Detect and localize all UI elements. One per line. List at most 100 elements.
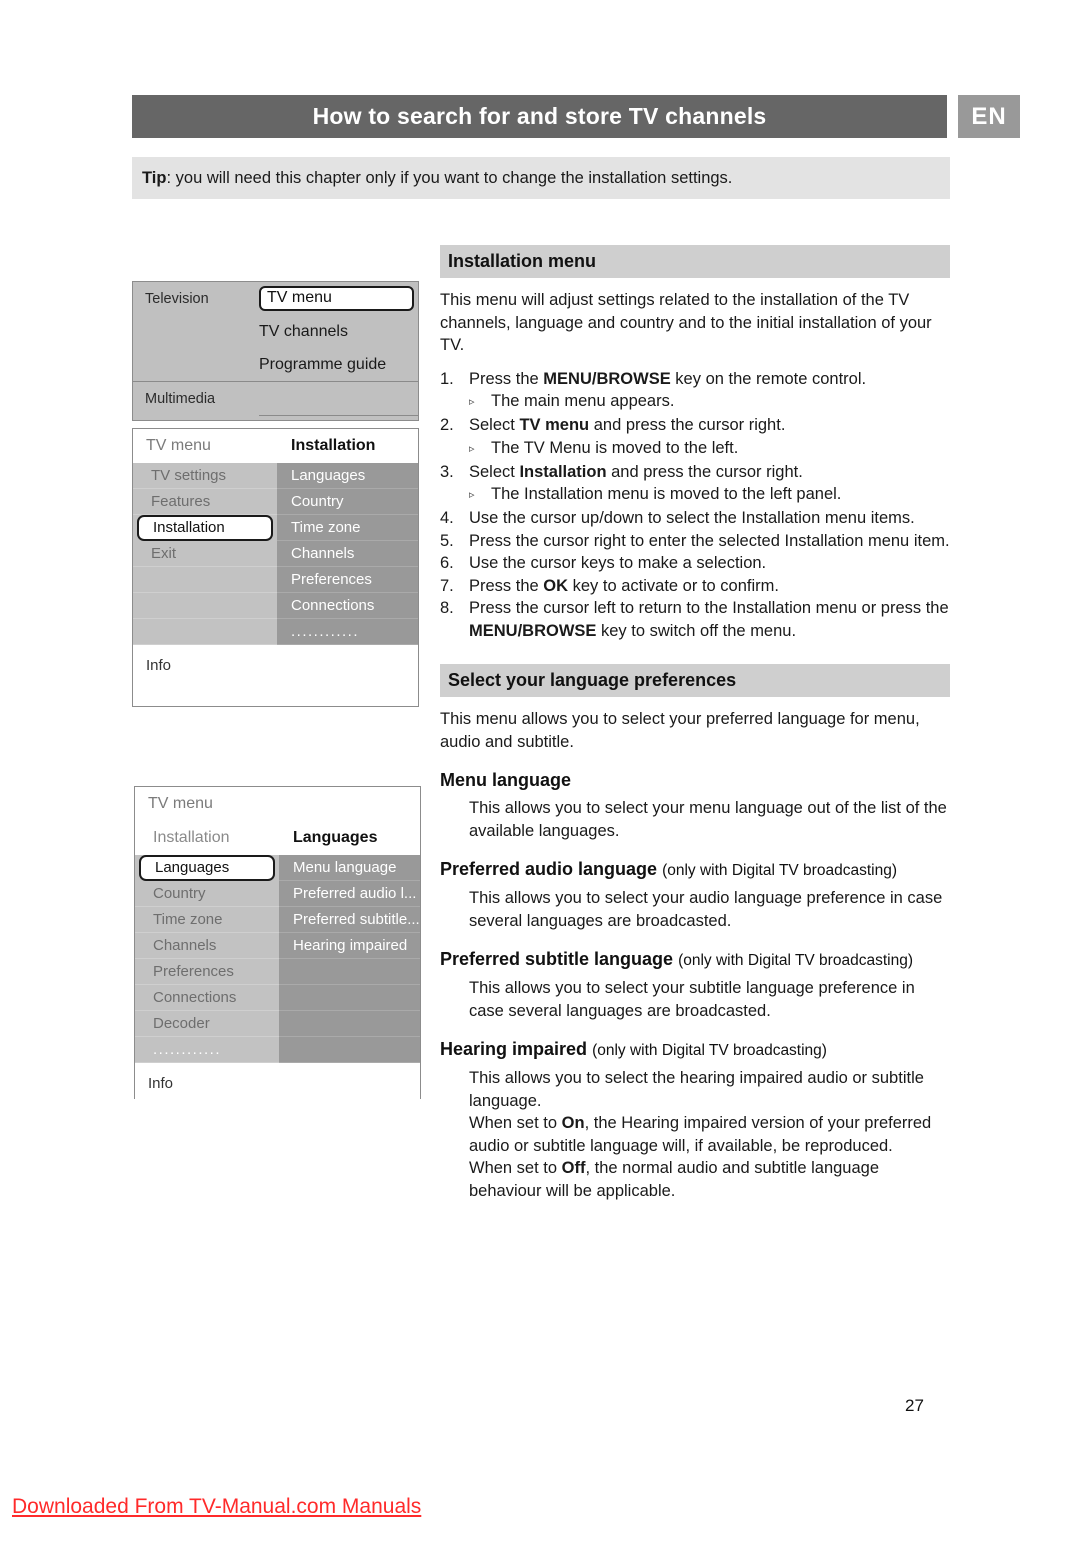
subheading-qualifier: (only with Digital TV broadcasting): [662, 862, 897, 879]
mockup-header-row-sub: Installation Languages: [135, 821, 420, 855]
mockup-breadcrumb-current: Installation: [291, 437, 376, 454]
menu-item-more-dots: ............: [135, 1037, 279, 1063]
main-content-column: Installation menu This menu will adjust …: [440, 245, 950, 1210]
submenu-item-connections[interactable]: Connections: [277, 593, 418, 619]
submenu-item-preferred-subtitle[interactable]: Preferred subtitle...: [279, 907, 420, 933]
menu-item-features[interactable]: Features: [133, 489, 277, 515]
installation-intro-paragraph: This menu will adjust settings related t…: [440, 291, 932, 354]
step-note: ▹ The TV Menu is moved to the left.: [440, 437, 950, 461]
step-keyword: MENU/BROWSE: [469, 621, 597, 640]
subheading-title: Menu language: [440, 770, 572, 790]
mockup-header-row-top: TV menu: [135, 787, 420, 821]
subheading-hearing-impaired: Hearing impaired (only with Digital TV b…: [440, 1038, 950, 1062]
mockup-item-tv-channels[interactable]: TV channels: [255, 323, 418, 341]
submenu-item-preferred-audio[interactable]: Preferred audio l...: [279, 881, 420, 907]
step-note-text: The main menu appears.: [491, 392, 675, 410]
mockup-right-pane: Menu language Preferred audio l... Prefe…: [279, 855, 420, 1063]
step-text-post: key to activate or to confirm.: [568, 576, 779, 595]
subheading-qualifier: (only with Digital TV broadcasting): [592, 1042, 827, 1059]
step-item: 1. Press the MENU/BROWSE key on the remo…: [440, 368, 950, 391]
menu-item-installation-selected[interactable]: Installation: [137, 515, 273, 541]
step-item: 6. Use the cursor keys to make a selecti…: [440, 552, 950, 575]
tip-text: Tip: you will need this chapter only if …: [132, 169, 732, 188]
step-text-post: key to switch off the menu.: [596, 621, 797, 640]
mockup-breadcrumb-parent: TV menu: [146, 437, 211, 454]
step-item: 4. Use the cursor up/down to select the …: [440, 507, 950, 530]
subheading-title: Preferred audio language: [440, 859, 658, 879]
submenu-item-country[interactable]: Country: [277, 489, 418, 515]
step-text-pre: Press the: [469, 576, 544, 595]
step-note-text: The Installation menu is moved to the le…: [491, 485, 842, 503]
language-badge-label: EN: [971, 102, 1007, 130]
page-title: How to search for and store TV channels: [312, 103, 767, 129]
subheading-title: Preferred subtitle language: [440, 949, 674, 969]
menu-item-connections[interactable]: Connections: [135, 985, 279, 1011]
menu-item-languages-selected[interactable]: Languages: [139, 855, 275, 881]
step-item: 3. Select Installation and press the cur…: [440, 461, 950, 484]
submenu-item-languages[interactable]: Languages: [277, 463, 418, 489]
mockup-row: TV channels: [133, 315, 418, 348]
step-text: Press the cursor left to return to the I…: [469, 597, 950, 642]
submenu-item-menu-language[interactable]: Menu language: [279, 855, 420, 881]
step-text-pre: Select: [469, 462, 520, 481]
menu-item-tv-settings[interactable]: TV settings: [133, 463, 277, 489]
step-keyword: MENU/BROWSE: [543, 369, 671, 388]
step-item: 8. Press the cursor left to return to th…: [440, 597, 950, 642]
mockup-row: Multimedia: [133, 382, 418, 415]
menu-item-channels[interactable]: Channels: [135, 933, 279, 959]
menu-item-exit[interactable]: Exit: [133, 541, 277, 567]
tip-callout: Tip: you will need this chapter only if …: [132, 157, 950, 199]
page-header-bar: How to search for and store TV channels: [132, 95, 947, 138]
step-number: 5.: [440, 531, 454, 550]
download-source-notice[interactable]: Downloaded From TV-Manual.com Manuals: [12, 1495, 421, 1519]
mockup-info-bar: Info: [135, 1063, 420, 1115]
submenu-item-preferences[interactable]: Preferences: [277, 567, 418, 593]
mockup-header-row: TV menu Installation: [133, 429, 418, 463]
mockup-left-label-multimedia[interactable]: Multimedia: [133, 391, 255, 407]
preferred-audio-body: This allows you to select your audio lan…: [469, 889, 943, 930]
menu-item-empty: [133, 567, 277, 593]
submenu-item-empty: [279, 959, 420, 985]
section-heading-language: Select your language preferences: [440, 664, 950, 697]
step-item: 7. Press the OK key to activate or to co…: [440, 575, 950, 598]
menu-item-country[interactable]: Country: [135, 881, 279, 907]
subheading-menu-language: Menu language: [440, 769, 950, 792]
step-number: 2.: [440, 416, 454, 434]
mockup-left-pane: Languages Country Time zone Channels Pre…: [135, 855, 279, 1063]
mockup-info-bar: Info: [133, 645, 418, 697]
step-text: Press the MENU/BROWSE key on the remote …: [469, 368, 950, 391]
step-text: Use the cursor up/down to select the Ins…: [469, 509, 915, 527]
step-item: 5. Press the cursor right to enter the s…: [440, 530, 950, 553]
preferred-subtitle-body: This allows you to select your subtitle …: [469, 979, 915, 1020]
selected-item-tv-menu[interactable]: TV menu: [259, 286, 414, 311]
page-number: 27: [905, 1396, 924, 1415]
off-keyword: Off: [561, 1159, 586, 1177]
subheading-qualifier: (only with Digital TV broadcasting): [678, 952, 913, 969]
submenu-item-more-dots: ............: [277, 619, 418, 645]
submenu-item-empty: [279, 985, 420, 1011]
subheading-preferred-audio-language: Preferred audio language (only with Digi…: [440, 858, 950, 882]
mockup-right-pane: Languages Country Time zone Channels Pre…: [277, 463, 418, 645]
menu-item-preferences[interactable]: Preferences: [135, 959, 279, 985]
menu-item-time-zone[interactable]: Time zone: [135, 907, 279, 933]
step-text-post: and press the cursor right.: [589, 416, 786, 434]
step-text: Select Installation and press the cursor…: [469, 461, 950, 484]
submenu-item-hearing-impaired[interactable]: Hearing impaired: [279, 933, 420, 959]
step-text-pre: Select: [469, 416, 520, 434]
hearing-impaired-on-text: When set to On, the Hearing impaired ver…: [440, 1112, 950, 1157]
step-text-post: and press the cursor right.: [606, 462, 803, 481]
submenu-item-channels[interactable]: Channels: [277, 541, 418, 567]
submenu-item-time-zone[interactable]: Time zone: [277, 515, 418, 541]
step-number: 4.: [440, 509, 454, 527]
menu-item-decoder[interactable]: Decoder: [135, 1011, 279, 1037]
menu-item-empty: [133, 593, 277, 619]
step-text-post: key on the remote control.: [670, 369, 867, 388]
mockup-item-programme-guide[interactable]: Programme guide: [255, 356, 418, 374]
on-text-pre: When set to: [469, 1114, 562, 1132]
tip-label: Tip: [142, 168, 167, 187]
step-note-text: The TV Menu is moved to the left.: [491, 438, 739, 457]
tip-separator: :: [166, 168, 172, 187]
step-number: 8.: [440, 599, 454, 617]
mockup-panes: TV settings Features Installation Exit L…: [133, 463, 418, 645]
triangle-bullet-icon: ▹: [469, 442, 475, 455]
